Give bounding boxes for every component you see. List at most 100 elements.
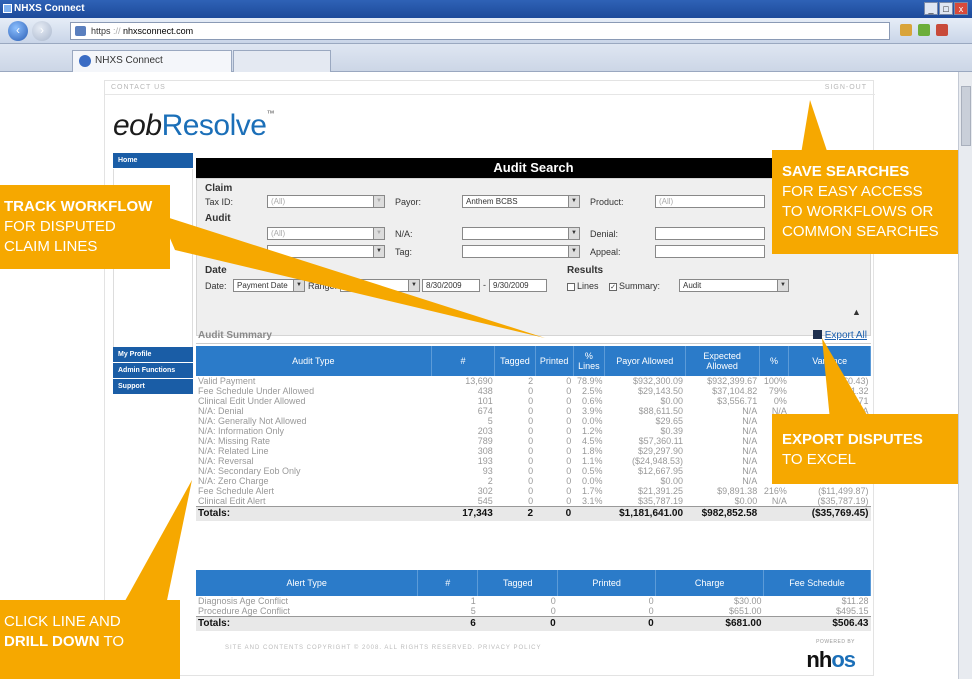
col-variance[interactable]: Variance	[788, 346, 871, 376]
table-cell: N/A: Denial	[198, 406, 244, 416]
date-type-select[interactable]: Payment Date ▼	[233, 279, 305, 292]
table-cell: 0	[550, 596, 556, 606]
col-count[interactable]: #	[431, 346, 496, 376]
lines-checkbox[interactable]	[567, 282, 575, 291]
range-from-input[interactable]: 8/30/2009	[422, 279, 480, 292]
audit-select[interactable]: (All) ▼	[267, 227, 385, 240]
web-page: CONTACT US SIGN-OUT eobResolve™ Home My …	[104, 80, 875, 676]
audit-row[interactable]: N/A: Reversal 193 0 0 1.1% ($24,948.53) N/A	[196, 456, 871, 466]
lines-checkbox-wrap[interactable]: Lines	[567, 281, 599, 291]
payor-select[interactable]: Anthem BCBS ▼	[462, 195, 580, 208]
na-select[interactable]: ▼	[462, 227, 580, 240]
stop-icon[interactable]	[936, 24, 948, 36]
chevron-down-icon: ▼	[293, 280, 304, 291]
col-pct[interactable]: %	[759, 346, 790, 376]
summary-checkbox-wrap[interactable]: ✓ Summary:	[609, 281, 660, 291]
totals-cell: 2	[494, 506, 536, 521]
alert-row[interactable]: Procedure Age Conflict 5 0 0 $651.00 $495.15	[196, 606, 871, 617]
table-cell: Clinical Edit Alert	[198, 496, 266, 506]
col-printed[interactable]: Printed	[535, 346, 574, 376]
scrollbar-thumb[interactable]	[961, 86, 971, 146]
logo-part-b: Resolve	[161, 109, 267, 142]
callout-track-workflow: TRACK WORKFLOW FOR DISPUTED CLAIM LINES	[0, 185, 170, 269]
col-alert-charge[interactable]: Charge	[655, 570, 765, 596]
col-payor-allowed[interactable]: Payor Allowed	[604, 346, 686, 376]
audit-row[interactable]: Clinical Edit Alert 545 0 0 3.1% $35,787.19 $0…	[196, 496, 871, 507]
contact-us-link[interactable]: CONTACT US	[111, 84, 166, 91]
table-cell: 0	[528, 426, 534, 436]
audit-row[interactable]: N/A: Missing Rate 789 0 0 4.5% $57,360.11 N/A	[196, 436, 871, 446]
audit-row[interactable]: N/A: Generally Not Allowed 5 0 0 0.0% $29.65 N…	[196, 416, 871, 426]
close-window-button[interactable]: x	[954, 2, 968, 15]
sign-out-link[interactable]: SIGN-OUT	[825, 84, 867, 91]
range-select[interactable]: ▼	[340, 279, 420, 292]
callout-click-line-1: CLICK LINE AND	[4, 613, 121, 630]
address-bar[interactable]: https :// nhxsconnect.com	[70, 22, 890, 40]
totals-cell: 6	[417, 616, 478, 631]
audit-row[interactable]: Clinical Edit Under Allowed 101 0 0 0.6% $0.0…	[196, 396, 871, 406]
chevron-down-icon: ▼	[373, 246, 384, 257]
back-arrow-icon[interactable]: ‹	[8, 21, 28, 41]
nav-item-my-profile[interactable]: My Profile	[113, 347, 193, 362]
audit-row[interactable]: N/A: Secondary Eob Only 93 0 0 0.5% $12,667.9…	[196, 466, 871, 476]
tax-id-select[interactable]: (All) ▼	[267, 195, 385, 208]
table-cell: 0	[528, 416, 534, 426]
coding-select[interactable]: ▼	[267, 245, 385, 258]
col-alert-fee-schedule[interactable]: Fee Schedule	[763, 570, 871, 596]
callout-save-line-4: COMMON SEARCHES	[782, 223, 939, 240]
audit-row[interactable]: Fee Schedule Under Allowed 438 0 0 2.5% $29,1…	[196, 386, 871, 396]
table-cell: N/A	[742, 446, 758, 456]
browser-tab[interactable]: NHXS Connect	[72, 50, 232, 72]
table-cell: $35,787.19	[637, 496, 684, 506]
nav-item-home[interactable]: Home	[113, 153, 193, 168]
audit-summary-body: Valid Payment 13,690 2 0 78.9% $932,300.09 $93…	[196, 376, 871, 521]
nav-item-support[interactable]: Support	[113, 379, 193, 394]
col-alert-count[interactable]: #	[417, 570, 479, 596]
minimize-button[interactable]: _	[924, 2, 938, 15]
audit-row[interactable]: N/A: Denial 674 0 0 3.9% $88,611.50 N/A N/A N/A	[196, 406, 871, 416]
audit-summary-header: Audit Summary Export All	[196, 328, 871, 344]
forward-arrow-icon[interactable]: ›	[32, 21, 52, 41]
alert-row[interactable]: Diagnosis Age Conflict 1 0 0 $30.00 $11.28	[196, 596, 871, 606]
table-cell: $9,891.38	[717, 486, 758, 496]
summary-select[interactable]: Audit ▼	[679, 279, 789, 292]
maximize-button[interactable]: □	[939, 2, 953, 15]
denial-select[interactable]	[655, 227, 765, 240]
lock-icon[interactable]	[900, 24, 912, 36]
col-alert-type[interactable]: Alert Type	[196, 570, 419, 596]
col-pct-lines[interactable]: % Lines	[573, 346, 606, 376]
totals-cell: Totals:	[196, 506, 432, 521]
col-alert-tagged[interactable]: Tagged	[477, 570, 559, 596]
table-cell: N/A: Secondary Eob Only	[198, 466, 301, 476]
table-cell: 0	[566, 426, 572, 436]
table-cell: 0	[528, 486, 534, 496]
window-controls: _ □ x	[924, 2, 968, 15]
new-tab[interactable]	[233, 50, 331, 72]
tag-select[interactable]: ▼	[462, 245, 580, 258]
audit-row[interactable]: N/A: Related Line 308 0 0 1.8% $29,297.90 N/A	[196, 446, 871, 456]
col-expected-allowed[interactable]: Expected Allowed	[685, 346, 760, 376]
appeal-select[interactable]	[655, 245, 765, 258]
range-to-input[interactable]: 9/30/2009	[489, 279, 547, 292]
refresh-icon[interactable]	[918, 24, 930, 36]
table-cell: 1.8%	[581, 446, 603, 456]
product-select[interactable]: (All)	[655, 195, 765, 208]
page-scrollbar[interactable]	[958, 72, 972, 679]
export-all-link[interactable]: Export All	[812, 330, 867, 341]
table-cell: 545	[477, 496, 493, 506]
chevron-down-icon: ▼	[568, 228, 579, 239]
collapse-icon[interactable]: ▲	[852, 307, 861, 317]
callout-click-line-3: TO	[99, 633, 125, 650]
nav-item-admin-functions[interactable]: Admin Functions	[113, 363, 193, 378]
col-tagged[interactable]: Tagged	[494, 346, 536, 376]
audit-row[interactable]: Valid Payment 13,690 2 0 78.9% $932,300.09 $93…	[196, 376, 871, 386]
alert-table-body: Diagnosis Age Conflict 1 0 0 $30.00 $11.28 Pro…	[196, 596, 871, 631]
audit-row[interactable]: N/A: Information Only 203 0 0 1.2% $0.39 N/A	[196, 426, 871, 436]
table-cell: N/A	[742, 416, 758, 426]
col-alert-printed[interactable]: Printed	[557, 570, 657, 596]
audit-row[interactable]: Fee Schedule Alert 302 0 0 1.7% $21,391.25 $9,…	[196, 486, 871, 496]
summary-checkbox[interactable]: ✓	[609, 282, 617, 291]
totals-cell: 0	[557, 616, 656, 631]
audit-row[interactable]: N/A: Zero Charge2000.0%$0.00N/AN/AN/A	[196, 476, 871, 486]
col-audit-type[interactable]: Audit Type	[196, 346, 432, 376]
